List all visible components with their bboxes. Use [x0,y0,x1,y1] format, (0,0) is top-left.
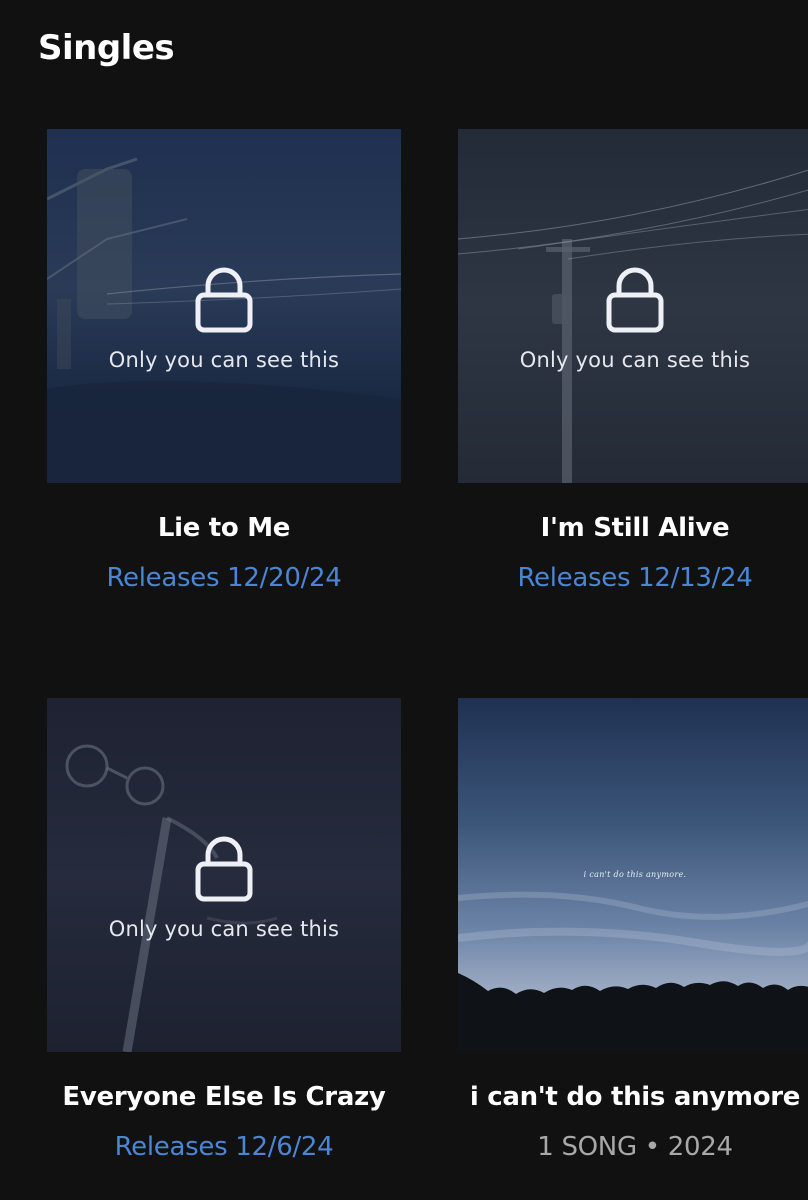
single-title[interactable]: Everyone Else Is Crazy [47,1082,401,1112]
cover-caption: i can't do this anymore. [583,870,687,879]
cover-art[interactable]: Only you can see this [458,129,808,483]
private-overlay: Only you can see this [47,129,401,483]
lock-icon [195,836,253,902]
section-title: Singles [38,28,175,68]
release-date: Releases 12/6/24 [114,1132,334,1162]
release-date: Releases 12/20/24 [106,563,342,593]
single-card-lie-to-me[interactable]: Only you can see this Lie to Me Releases… [47,129,401,593]
single-title[interactable]: Lie to Me [47,513,401,543]
single-title[interactable]: I'm Still Alive [458,513,808,543]
single-title[interactable]: i can't do this anymore [458,1082,808,1112]
single-card-im-still-alive[interactable]: Only you can see this I'm Still Alive Re… [458,129,808,593]
single-meta: 1 SONG • 2024 [537,1132,733,1162]
private-label: Only you can see this [108,917,340,941]
cover-art[interactable]: Only you can see this [47,129,401,483]
single-card-everyone-else-is-crazy[interactable]: Only you can see this Everyone Else Is C… [47,698,401,1162]
private-overlay: Only you can see this [458,129,808,483]
lock-icon [195,267,253,333]
private-label: Only you can see this [108,348,340,372]
release-date: Releases 12/13/24 [517,563,753,593]
private-label: Only you can see this [519,348,751,372]
cover-art[interactable]: i can't do this anymore. [458,698,808,1052]
lock-icon [606,267,664,333]
single-card-i-cant-do-this-anymore[interactable]: i can't do this anymore. i can't do this… [458,698,808,1162]
private-overlay: Only you can see this [47,698,401,1052]
cover-art[interactable]: Only you can see this [47,698,401,1052]
